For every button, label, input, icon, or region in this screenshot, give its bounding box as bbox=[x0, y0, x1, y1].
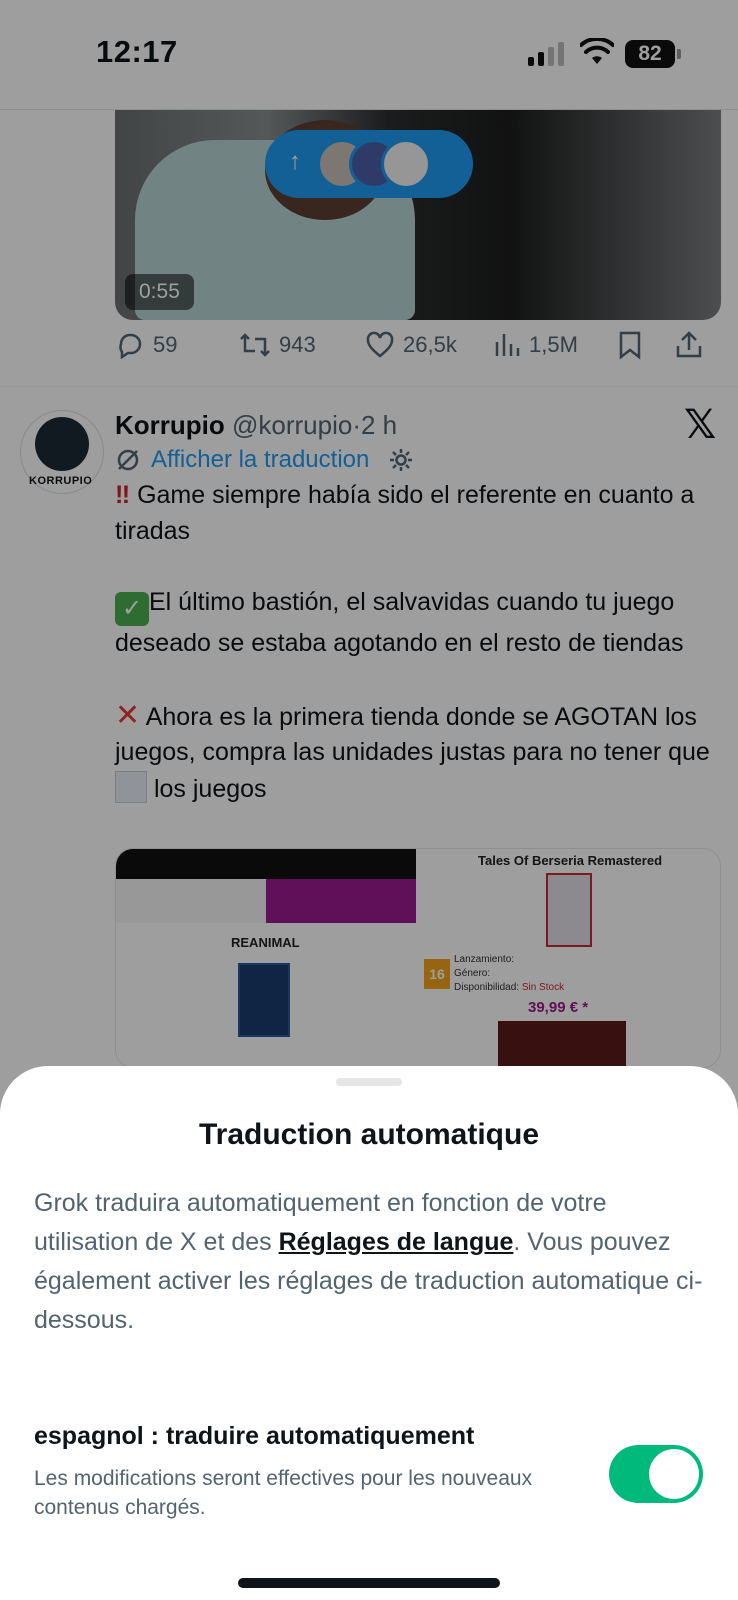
auto-translate-toggle[interactable] bbox=[609, 1445, 703, 1503]
sheet-description: Grok traduira automatiquement en fonctio… bbox=[34, 1189, 703, 1334]
language-settings-link[interactable]: Réglages de langue bbox=[279, 1228, 514, 1256]
home-indicator[interactable] bbox=[238, 1578, 500, 1588]
auto-translate-row-title: espagnol : traduire automatiquement bbox=[34, 1422, 475, 1450]
sheet-grabber[interactable] bbox=[336, 1078, 402, 1086]
auto-translate-row-subtitle: Les modifications seront effectives pour… bbox=[34, 1467, 533, 1519]
sheet-title: Traduction automatique bbox=[198, 1118, 540, 1151]
auto-translate-sheet: Traduction automatique Grok traduira aut… bbox=[0, 1066, 738, 1600]
